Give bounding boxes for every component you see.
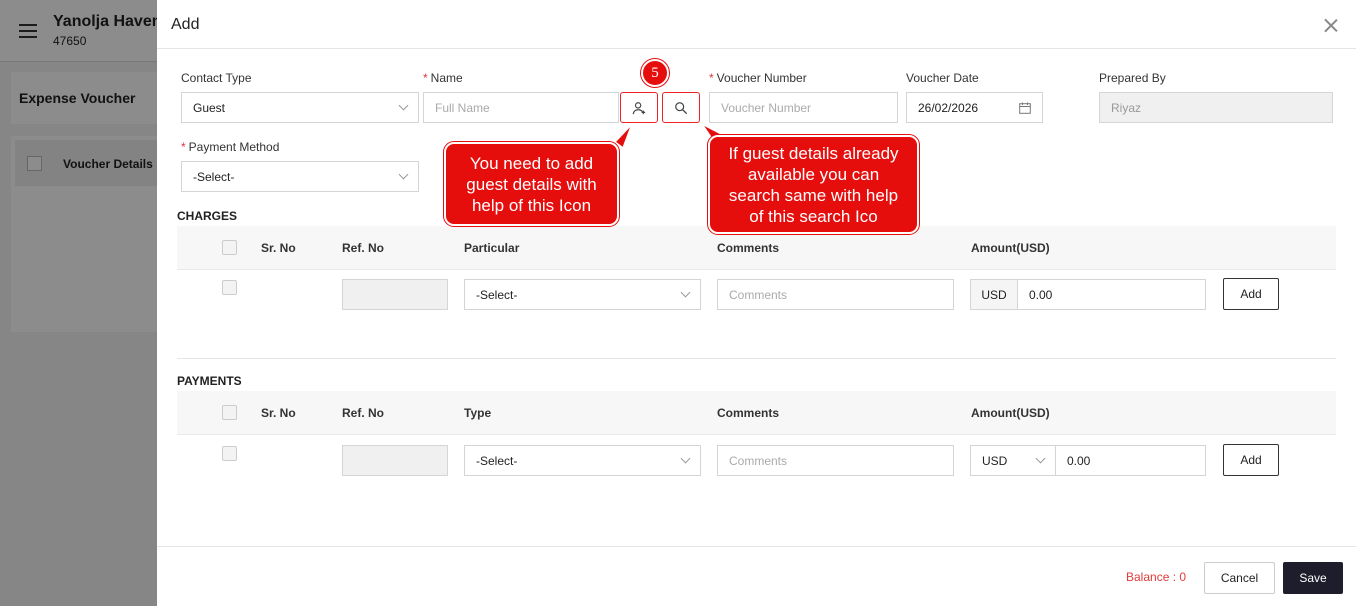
payments-col-amount: Amount(USD) <box>971 406 1050 420</box>
charges-add-button[interactable]: Add <box>1223 278 1279 310</box>
search-guest-button[interactable] <box>662 92 700 123</box>
charges-comments-input[interactable]: Comments <box>717 279 954 310</box>
section-divider <box>177 358 1336 359</box>
charges-row-checkbox[interactable] <box>222 280 237 295</box>
search-icon <box>675 101 688 114</box>
callout-add-guest: You need to add guest details with help … <box>444 142 619 226</box>
charges-amount-input[interactable]: USD 0.00 <box>970 279 1206 310</box>
charges-currency-prefix: USD <box>971 280 1018 309</box>
payments-type-select[interactable]: -Select- <box>464 445 701 476</box>
payments-table-header: Sr. No Ref. No Type Comments Amount(USD) <box>177 391 1336 435</box>
payments-col-comments: Comments <box>717 406 780 420</box>
add-user-icon <box>632 101 646 114</box>
charges-col-particular: Particular <box>464 241 520 255</box>
modal-footer: Balance : 0 Cancel Save <box>157 546 1356 606</box>
balance-text: Balance : 0 <box>1126 570 1187 584</box>
charges-select-all-checkbox[interactable] <box>222 240 237 255</box>
payments-col-ref-no: Ref. No <box>342 406 384 420</box>
save-button[interactable]: Save <box>1283 562 1343 594</box>
cancel-button[interactable]: Cancel <box>1204 562 1275 594</box>
charges-col-amount: Amount(USD) <box>971 241 1050 255</box>
payments-col-sr-no: Sr. No <box>261 406 296 420</box>
charges-col-sr-no: Sr. No <box>261 241 296 255</box>
prepared-by-input: Riyaz <box>1099 92 1333 123</box>
payment-method-select[interactable]: -Select- <box>181 161 419 192</box>
charges-particular-select[interactable]: -Select- <box>464 279 701 310</box>
calendar-icon[interactable] <box>1019 102 1031 114</box>
chevron-down-icon <box>680 287 691 298</box>
close-icon[interactable] <box>1324 18 1338 32</box>
prepared-by-label: Prepared By <box>1099 71 1166 85</box>
contact-type-select[interactable]: Guest <box>181 92 419 123</box>
charges-col-comments: Comments <box>717 241 780 255</box>
charges-ref-no-input <box>342 279 448 310</box>
chevron-down-icon <box>398 169 409 180</box>
payments-title: PAYMENTS <box>177 374 242 388</box>
name-label: * Name <box>423 71 463 85</box>
payments-currency-select[interactable]: USD <box>970 445 1056 476</box>
charges-col-ref-no: Ref. No <box>342 241 384 255</box>
modal-title: Add <box>171 16 200 33</box>
payments-comments-input[interactable]: Comments <box>717 445 954 476</box>
voucher-date-label: Voucher Date <box>906 71 979 85</box>
chevron-down-icon <box>398 100 409 111</box>
voucher-date-input[interactable]: 26/02/2026 <box>906 92 1043 123</box>
chevron-down-icon <box>680 453 691 464</box>
step-badge: 5 <box>641 59 669 87</box>
charges-title: CHARGES <box>177 209 238 223</box>
payments-amount-input[interactable]: 0.00 <box>1055 445 1206 476</box>
payments-select-all-checkbox[interactable] <box>222 405 237 420</box>
payments-row-checkbox[interactable] <box>222 446 237 461</box>
chevron-down-icon <box>1035 453 1046 464</box>
contact-type-label: Contact Type <box>181 71 252 85</box>
payments-add-button[interactable]: Add <box>1223 444 1279 476</box>
contact-type-value: Guest <box>193 100 226 115</box>
callout-search-guest: If guest details already available you c… <box>708 135 919 234</box>
modal-header: Add <box>157 0 1356 49</box>
payments-ref-no-input <box>342 445 448 476</box>
payments-col-type: Type <box>464 406 492 420</box>
payment-method-label: * Payment Method <box>181 140 280 154</box>
add-voucher-modal: Add Contact Type Guest * Name Full Name *… <box>157 0 1356 606</box>
voucher-number-label: * Voucher Number <box>709 71 807 85</box>
